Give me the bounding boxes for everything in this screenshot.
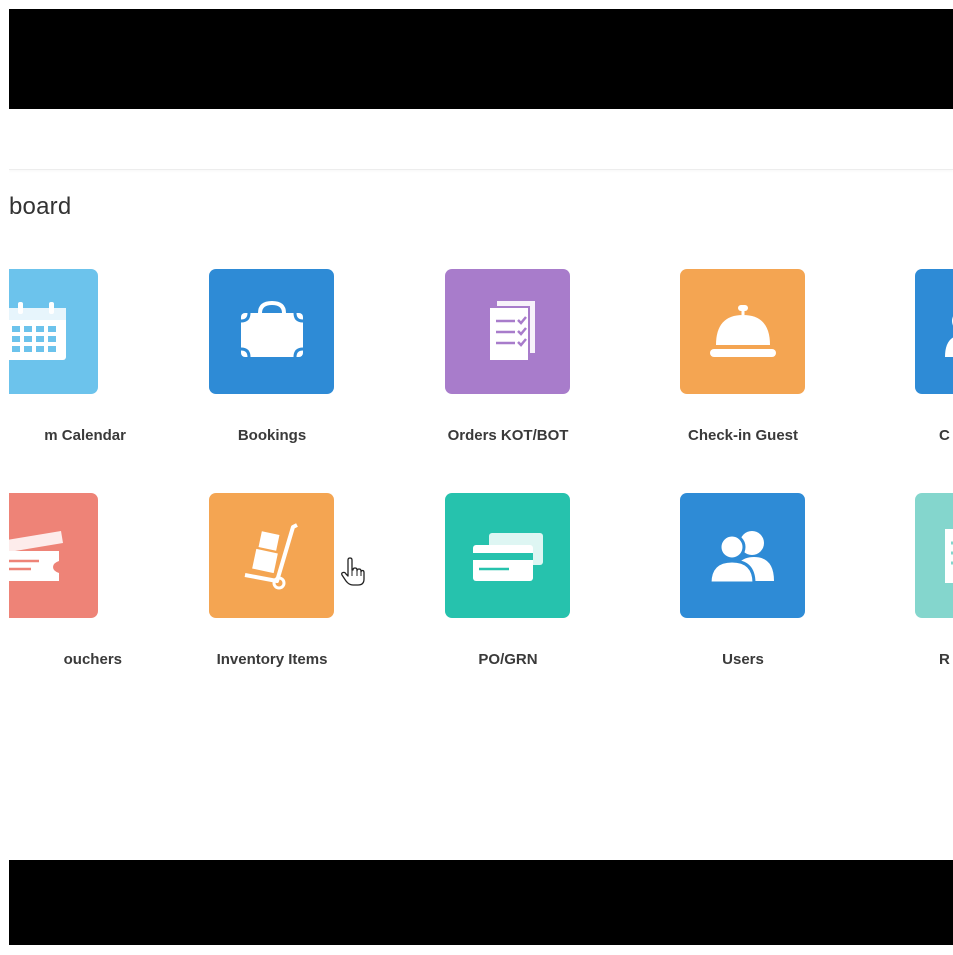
tile-label: m Calendar: [44, 427, 126, 444]
tile-label: ouchers: [63, 651, 122, 668]
cards-icon: [445, 493, 570, 618]
calendar-icon: [9, 269, 98, 394]
tile-label: PO/GRN: [478, 651, 538, 668]
app-screen: board m Calendar Bookings Orders KOT/BOT…: [9, 109, 953, 860]
tile-label: Orders KOT/BOT: [447, 427, 569, 444]
hand-pointer-icon: [340, 557, 366, 592]
tile-label: Bookings: [237, 427, 307, 444]
tile-label: R: [939, 651, 950, 668]
tile-label: Users: [722, 651, 764, 668]
orders-icon: [445, 269, 570, 394]
hand-truck-icon: [209, 493, 334, 618]
voucher-icon: [9, 493, 98, 618]
app-header: [9, 109, 953, 170]
tile-label: Inventory Items: [216, 651, 328, 668]
tile-label: Check-in Guest: [687, 427, 799, 444]
letterbox-bottom: [9, 860, 953, 945]
video-frame: board m Calendar Bookings Orders KOT/BOT…: [9, 9, 953, 945]
users-icon: [680, 493, 805, 618]
suitcase-icon: [209, 269, 334, 394]
service-bell-icon: [680, 269, 805, 394]
tile-label: C: [939, 427, 950, 444]
report-icon: [915, 493, 953, 618]
page-title: board: [9, 193, 72, 220]
letterbox-top: [9, 9, 953, 109]
guest-icon: [915, 269, 953, 394]
